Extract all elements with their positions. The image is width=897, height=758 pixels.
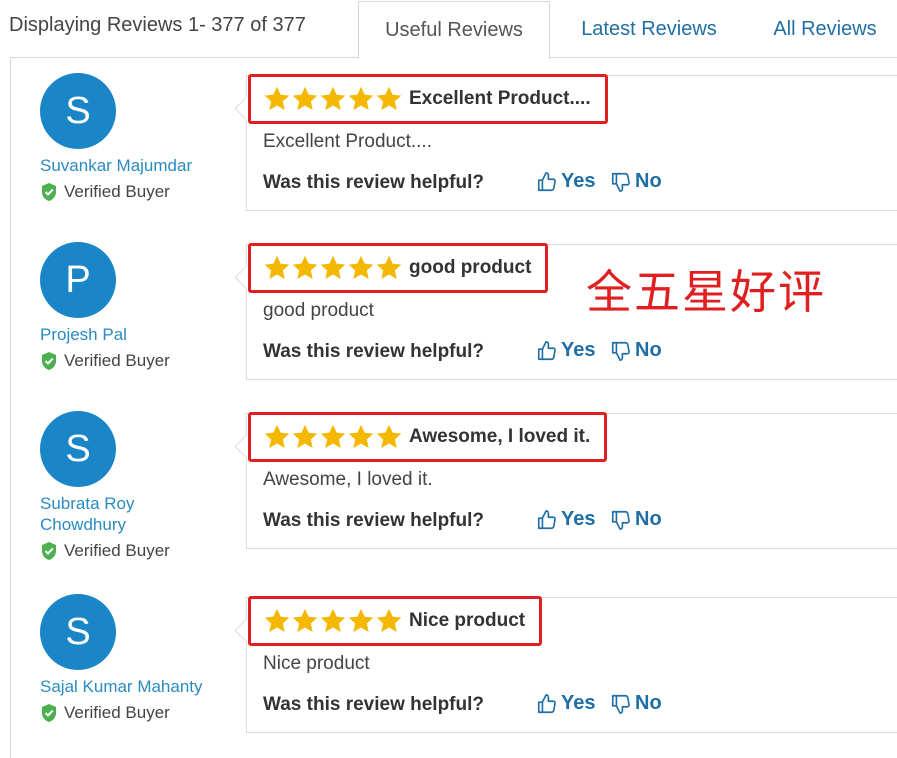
star-icon <box>320 255 346 279</box>
reviewer-info: S Sajal Kumar Mahanty Verified Buyer <box>40 594 225 723</box>
star-rating <box>263 254 403 282</box>
avatar: S <box>40 73 116 149</box>
yes-label: Yes <box>561 508 596 530</box>
five-star-annotation: 全五星好评 <box>586 265 826 319</box>
vote-yes-button[interactable]: Yes <box>536 508 595 531</box>
verified-buyer: Verified Buyer <box>40 541 180 561</box>
helpful-question: Was this review helpful? <box>263 510 485 531</box>
star-icon <box>376 424 402 448</box>
review-card: Awesome, I loved it. Awesome, I loved it… <box>234 412 897 549</box>
review-body: Awesome, I loved it. <box>263 469 433 490</box>
verified-buyer: Verified Buyer <box>40 351 225 371</box>
thumbs-up-icon <box>537 693 556 713</box>
review-title-highlight: Awesome, I loved it. <box>248 412 608 462</box>
star-icon <box>264 424 290 448</box>
vote-yes-button[interactable]: Yes <box>536 170 595 193</box>
star-icon <box>292 86 318 110</box>
review-title-highlight: good product <box>248 243 549 293</box>
no-label: No <box>635 692 662 714</box>
star-icon <box>348 424 374 448</box>
reviewer-info: S Suvankar Majumdar Verified Buyer <box>40 73 225 202</box>
reviewer-name[interactable]: Subrata Roy Chowdhury <box>40 493 180 535</box>
verified-label: Verified Buyer <box>64 703 170 722</box>
reviewer-info: P Projesh Pal Verified Buyer <box>40 242 225 371</box>
star-icon <box>348 255 374 279</box>
tab-useful-reviews[interactable]: Useful Reviews <box>358 1 550 59</box>
no-label: No <box>635 508 662 530</box>
star-icon <box>264 255 290 279</box>
vote-yes-button[interactable]: Yes <box>536 339 595 362</box>
reviewer-name[interactable]: Sajal Kumar Mahanty <box>40 676 225 697</box>
thumbs-up-icon <box>537 171 556 191</box>
star-icon <box>348 86 374 110</box>
thumbs-down-icon <box>611 341 630 361</box>
review-body: Nice product <box>263 653 370 674</box>
star-icon <box>264 86 290 110</box>
vote-no-button[interactable]: No <box>610 508 662 531</box>
thumbs-down-icon <box>611 510 630 530</box>
vote-no-button[interactable]: No <box>610 170 662 193</box>
review-card: Excellent Product.... Excellent Product.… <box>234 74 897 211</box>
star-icon <box>376 86 402 110</box>
avatar: S <box>40 411 116 487</box>
star-icon <box>376 255 402 279</box>
verified-buyer: Verified Buyer <box>40 703 225 723</box>
review-title-highlight: Nice product <box>248 596 543 646</box>
reviewer-info: S Subrata Roy Chowdhury Verified Buyer <box>40 411 180 561</box>
star-icon <box>320 424 346 448</box>
vote-yes-button[interactable]: Yes <box>536 692 595 715</box>
avatar: P <box>40 242 116 318</box>
star-icon <box>292 424 318 448</box>
star-rating <box>263 85 403 113</box>
tab-latest-reviews[interactable]: Latest Reviews <box>566 1 732 57</box>
thumbs-down-icon <box>611 694 630 714</box>
verified-shield-icon <box>42 542 56 560</box>
review-body: Excellent Product.... <box>263 131 432 152</box>
star-icon <box>292 608 318 632</box>
star-rating <box>263 423 403 451</box>
thumbs-up-icon <box>537 340 556 360</box>
display-count: Displaying Reviews 1- 377 of 377 <box>9 14 306 36</box>
vote-no-button[interactable]: No <box>610 339 662 362</box>
verified-label: Verified Buyer <box>64 541 170 560</box>
star-icon <box>264 608 290 632</box>
review-title: Excellent Product.... <box>409 88 591 109</box>
no-label: No <box>635 339 662 361</box>
yes-label: Yes <box>561 339 596 361</box>
review-body: good product <box>263 300 374 321</box>
avatar: S <box>40 594 116 670</box>
helpful-question: Was this review helpful? <box>263 341 485 362</box>
verified-label: Verified Buyer <box>64 351 170 370</box>
reviewer-name[interactable]: Suvankar Majumdar <box>40 155 225 176</box>
verified-label: Verified Buyer <box>64 182 170 201</box>
review-title: Awesome, I loved it. <box>409 426 591 447</box>
helpful-question: Was this review helpful? <box>263 694 485 715</box>
vote-no-button[interactable]: No <box>610 692 662 715</box>
star-rating <box>263 607 403 635</box>
star-icon <box>376 608 402 632</box>
yes-label: Yes <box>561 170 596 192</box>
yes-label: Yes <box>561 692 596 714</box>
verified-shield-icon <box>42 352 56 370</box>
verified-shield-icon <box>42 704 56 722</box>
review-header: Displaying Reviews 1- 377 of 377 Useful … <box>0 0 897 59</box>
star-icon <box>320 608 346 632</box>
star-icon <box>348 608 374 632</box>
thumbs-up-icon <box>537 509 556 529</box>
helpful-question: Was this review helpful? <box>263 172 485 193</box>
no-label: No <box>635 170 662 192</box>
star-icon <box>320 86 346 110</box>
thumbs-down-icon <box>611 172 630 192</box>
review-card: Nice product Nice product Was this revie… <box>234 596 897 733</box>
verified-buyer: Verified Buyer <box>40 182 225 202</box>
reviewer-name[interactable]: Projesh Pal <box>40 324 225 345</box>
star-icon <box>292 255 318 279</box>
review-title: good product <box>409 257 532 278</box>
review-title-highlight: Excellent Product.... <box>248 74 608 124</box>
review-title: Nice product <box>409 610 526 631</box>
verified-shield-icon <box>42 183 56 201</box>
tab-all-reviews[interactable]: All Reviews <box>762 1 888 57</box>
